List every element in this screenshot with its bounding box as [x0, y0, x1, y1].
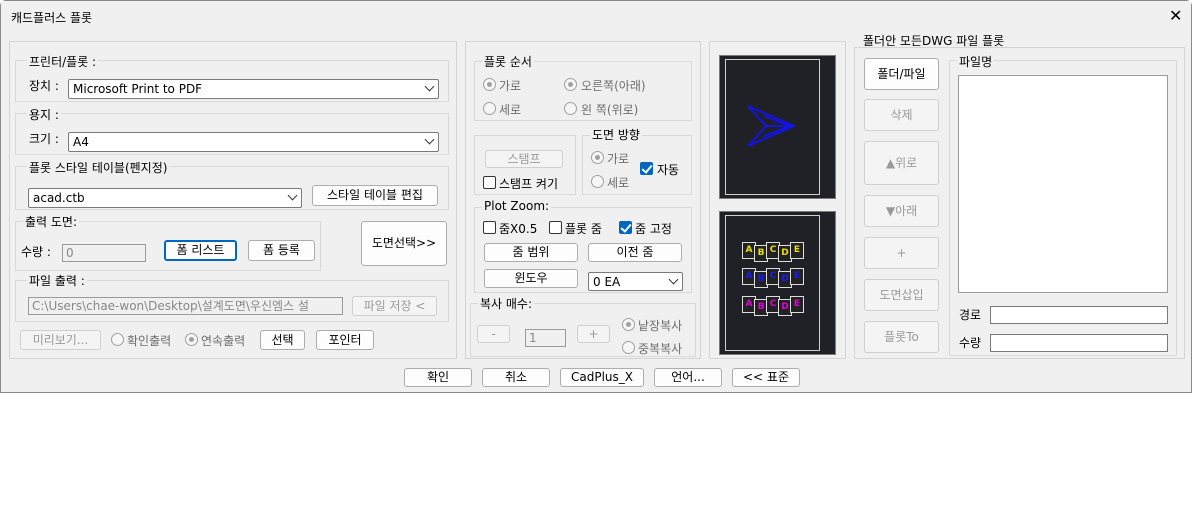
orientation-landscape-label: 가로 — [607, 152, 630, 166]
preview-button[interactable]: 미리보기... — [20, 330, 101, 350]
plot-style-select[interactable]: acad.ctb — [28, 188, 302, 208]
ea-select[interactable]: 0 EA — [588, 272, 683, 291]
confirm-output-radio[interactable] — [111, 333, 124, 346]
device-select-value: Microsoft Print to PDF — [73, 82, 203, 96]
stamp-on-checkbox[interactable] — [483, 176, 496, 189]
printer-section-label: 프린터/플롯 : — [27, 53, 99, 70]
plot-style-value: acad.ctb — [33, 191, 85, 205]
stamp-on-label: 스탬프 켜기 — [499, 177, 559, 191]
zoom-half-checkbox[interactable] — [483, 221, 496, 234]
copies-section-label: 복사 매수: — [478, 295, 535, 312]
quantity-field[interactable]: 0 — [62, 244, 146, 262]
orientation-section-label: 도면 방향 — [590, 126, 642, 143]
insert-drawing-button[interactable]: 도면삽입 — [864, 279, 939, 311]
plot-style-section-label: 플롯 스타일 테이블(펜지정) — [27, 159, 170, 176]
file-output-section-label: 파일 출력 : — [27, 272, 87, 289]
file-save-button[interactable]: 파일 저장 < — [352, 296, 437, 316]
ea-select-value: 0 EA — [593, 275, 621, 289]
device-label: 장치 : — [29, 79, 59, 93]
style-table-edit-button[interactable]: 스타일 테이블 편집 — [312, 185, 438, 206]
paper-section-label: 용지 : — [27, 106, 61, 123]
paper-size-value: A4 — [73, 135, 89, 149]
cadplus-button[interactable]: CadPlus_X — [560, 368, 644, 387]
form-register-button[interactable]: 폼 등록 — [248, 240, 315, 261]
plot-quantity-field[interactable] — [990, 334, 1168, 352]
preview-page-e: E — [790, 296, 804, 313]
copies-field[interactable]: 1 — [525, 329, 566, 347]
orientation-landscape-radio[interactable] — [591, 151, 604, 164]
size-label: 크기 : — [29, 132, 59, 146]
device-select[interactable]: Microsoft Print to PDF — [68, 79, 439, 99]
copies-plus-button[interactable]: + — [577, 325, 610, 343]
plot-zoom-section-label: Plot Zoom: — [482, 199, 552, 213]
order-left-up-radio[interactable] — [564, 102, 577, 115]
title-bar: 캐드플러스 플롯 ✕ — [1, 1, 1191, 31]
orientation-auto-label: 자동 — [657, 163, 680, 177]
delete-button[interactable]: 삭제 — [864, 99, 939, 131]
standard-button[interactable]: << 표준 — [732, 368, 800, 387]
path-field[interactable] — [990, 306, 1168, 324]
plot-quantity-label: 수량 — [959, 336, 982, 350]
zoom-fixed-label: 줌 고정 — [635, 222, 672, 236]
order-horizontal-label: 가로 — [499, 79, 522, 93]
ok-button[interactable]: 확인 — [404, 368, 472, 387]
chevron-down-icon — [424, 81, 435, 92]
paper-size-select[interactable]: A4 — [68, 132, 439, 152]
plot-to-button[interactable]: 플롯To — [864, 321, 939, 353]
order-left-up-label: 왼 쪽(위로) — [581, 103, 639, 117]
orientation-portrait-label: 세로 — [607, 176, 630, 190]
language-button[interactable]: 언어... — [654, 368, 722, 387]
window-button[interactable]: 윈도우 — [484, 269, 578, 288]
orientation-auto-checkbox[interactable] — [640, 162, 653, 175]
preview-page-e: E — [790, 268, 804, 285]
move-down-button[interactable]: ▼아래 — [864, 195, 939, 227]
plot-layout-preview: ABCDEABCDEABCDE — [719, 211, 836, 355]
prev-zoom-button[interactable]: 이전 줌 — [588, 243, 682, 262]
preview-page-e: E — [790, 242, 804, 259]
plot-zoom-label: 플롯 줌 — [565, 222, 602, 236]
orientation-portrait-radio[interactable] — [591, 175, 604, 188]
plot-order-section-label: 플롯 순서 — [482, 53, 534, 70]
order-horizontal-radio[interactable] — [483, 78, 496, 91]
multi-copy-label: 중복복사 — [638, 342, 683, 356]
path-label: 경로 — [959, 308, 982, 322]
file-name-label: 파일명 — [957, 53, 995, 70]
zoom-range-button[interactable]: 줌 범위 — [484, 243, 578, 262]
confirm-output-label: 확인출력 — [127, 334, 172, 348]
output-drawing-section-label: 출력 도면: — [23, 213, 80, 230]
pointer-button[interactable]: 포인터 — [316, 330, 374, 350]
chevron-down-icon — [287, 190, 298, 201]
cancel-button[interactable]: 취소 — [482, 368, 550, 387]
file-list[interactable] — [958, 75, 1168, 293]
order-right-down-radio[interactable] — [564, 78, 577, 91]
file-path-field[interactable]: C:\Users\chae-won\Desktop\설계도면\우신엠스 설 — [28, 297, 343, 315]
arrow-icon — [747, 105, 797, 147]
close-icon[interactable]: ✕ — [1169, 6, 1182, 25]
chevron-down-icon — [424, 134, 435, 145]
plot-dialog: 캐드플러스 플롯 ✕ 프린터/플롯 : 장치 : Microsoft Print… — [0, 0, 1192, 393]
stamp-button[interactable]: 스탬프 — [485, 150, 563, 168]
quantity-label: 수량 : — [21, 245, 51, 259]
orientation-preview — [719, 55, 836, 199]
order-vertical-radio[interactable] — [483, 102, 496, 115]
continuous-output-label: 연속출력 — [201, 334, 246, 348]
zoom-half-label: 줌X0.5 — [499, 222, 538, 236]
form-list-button[interactable]: 폼 리스트 — [164, 240, 237, 261]
single-copy-radio[interactable] — [622, 318, 635, 331]
chevron-down-icon — [668, 274, 679, 285]
select-button[interactable]: 선택 — [260, 330, 305, 350]
plot-zoom-checkbox[interactable] — [549, 221, 562, 234]
zoom-fixed-checkbox[interactable] — [619, 221, 632, 234]
select-drawing-button[interactable]: 도면선택>> — [361, 221, 447, 266]
folder-file-button[interactable]: 폴더/파일 — [864, 58, 939, 90]
multi-copy-radio[interactable] — [622, 341, 635, 354]
copies-minus-button[interactable]: - — [477, 325, 510, 343]
window-title: 캐드플러스 플롯 — [11, 11, 93, 25]
order-vertical-label: 세로 — [499, 103, 522, 117]
add-button[interactable]: + — [864, 237, 939, 269]
order-right-down-label: 오른쪽(아래) — [581, 79, 646, 93]
single-copy-label: 낱장복사 — [638, 319, 683, 333]
move-up-button[interactable]: ▲위로 — [864, 141, 939, 185]
continuous-output-radio[interactable] — [185, 333, 198, 346]
